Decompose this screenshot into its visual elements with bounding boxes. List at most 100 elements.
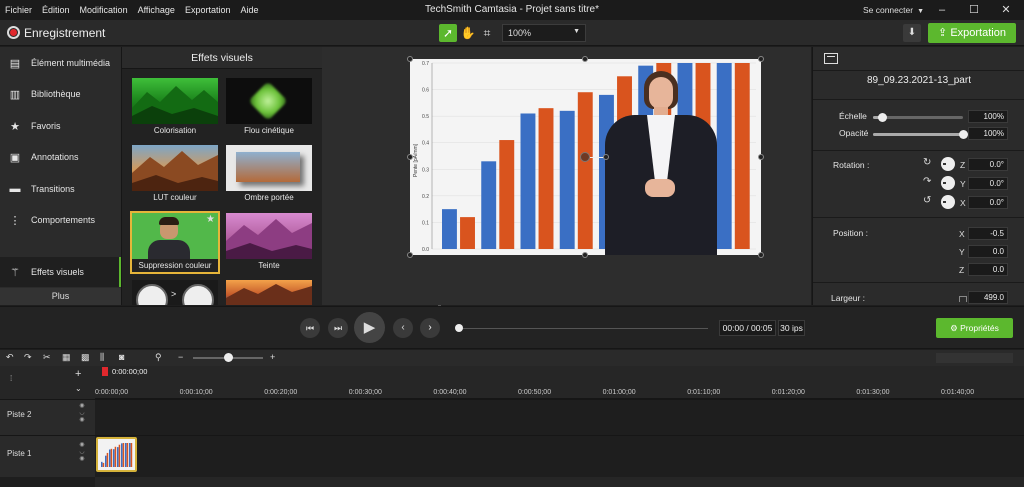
paste-icon[interactable]: ▩: [81, 352, 90, 363]
previous-frame-icon[interactable]: ⏮: [300, 318, 320, 338]
hand-tool-icon[interactable]: ✋: [459, 24, 477, 42]
effect-tile-tint[interactable]: Teinte: [226, 213, 312, 272]
close-button[interactable]: ✕: [994, 2, 1018, 18]
resize-handle[interactable]: [407, 252, 413, 258]
resize-handle[interactable]: [758, 56, 764, 62]
timeline-tick-label: 0:01:10;00: [687, 389, 721, 396]
opacity-input[interactable]: 100%: [968, 127, 1008, 140]
effect-tile-colorize[interactable]: Colorisation: [132, 78, 218, 137]
position-x-input[interactable]: -0.5: [968, 227, 1008, 240]
rotation-z-input[interactable]: 0.0°: [968, 158, 1008, 171]
position-z-input[interactable]: 0.0: [968, 263, 1008, 276]
scale-slider[interactable]: [873, 113, 963, 122]
position-y-input[interactable]: 0.0: [968, 245, 1008, 258]
resize-handle[interactable]: [407, 56, 413, 62]
scale-input[interactable]: 100%: [968, 110, 1008, 123]
track-visibility-icon[interactable]: ◉ ◡ ◉: [78, 442, 86, 463]
more-button[interactable]: Plus: [0, 288, 121, 305]
minimize-button[interactable]: –: [930, 2, 954, 18]
add-track-icon[interactable]: +: [75, 368, 81, 380]
sidebar-item-library[interactable]: ▥ Bibliothèque: [0, 79, 121, 109]
next-marker-icon[interactable]: ›: [420, 318, 440, 338]
sidebar-item-favorites[interactable]: ★ Favoris: [0, 111, 121, 141]
rotation-x-dial[interactable]: [941, 195, 955, 209]
sidebar-item-annotations[interactable]: ▣ Annotations: [0, 142, 121, 172]
sidebar-item-media[interactable]: ▤ Élément multimédia: [0, 48, 121, 78]
record-icon[interactable]: [7, 26, 20, 39]
effect-tile-motion-blur[interactable]: Flou cinétique: [226, 78, 312, 137]
rotation-z-dial[interactable]: [941, 157, 955, 171]
blur-thumbnail: [226, 78, 312, 124]
sidebar-item-transitions[interactable]: ▬ Transitions: [0, 174, 121, 204]
magnet-icon[interactable]: ⁞: [10, 374, 12, 383]
timeline-zoom-knob[interactable]: [224, 353, 233, 362]
pointer-tool-icon[interactable]: ➚: [439, 24, 457, 42]
maximize-button[interactable]: ☐: [962, 2, 986, 18]
effect-tile-color-removal[interactable]: ★ Suppression couleur: [130, 211, 220, 274]
copy-icon[interactable]: ▦: [62, 352, 71, 363]
track-header-1[interactable]: Piste 1 ◉ ◡ ◉: [0, 435, 95, 477]
scrub-bar[interactable]: [458, 328, 708, 329]
tile-label: Flou cinétique: [244, 126, 294, 135]
menu-fichier[interactable]: Fichier: [0, 5, 37, 15]
width-input[interactable]: 499.0: [968, 291, 1008, 304]
record-button[interactable]: Enregistrement: [24, 26, 105, 40]
crop-tool-icon[interactable]: ⌗: [478, 24, 496, 42]
menu-aide[interactable]: Aide: [235, 5, 263, 15]
timeline-scrollbar[interactable]: [95, 477, 1024, 487]
scrub-knob[interactable]: [455, 324, 463, 332]
sidebar-item-behaviors[interactable]: ⋮ Comportements: [0, 205, 121, 235]
opacity-slider-knob[interactable]: [959, 130, 968, 139]
track-visibility-icon[interactable]: ◉ ◡ ◉: [78, 403, 86, 424]
undo-icon[interactable]: ↶: [6, 352, 14, 363]
scale-slider-knob[interactable]: [878, 113, 887, 122]
chart-bar: [559, 110, 575, 249]
resize-handle[interactable]: [758, 154, 764, 160]
menu-exportation[interactable]: Exportation: [180, 5, 236, 15]
menu-affichage[interactable]: Affichage: [133, 5, 180, 15]
menu-modification[interactable]: Modification: [75, 5, 133, 15]
track-header-2[interactable]: Piste 2 ◉ ◡ ◉: [0, 399, 95, 435]
effect-tile-clock[interactable]: >: [132, 280, 218, 305]
sidebar-item-visual-effects[interactable]: ⚚ Effets visuels: [0, 257, 121, 287]
play-icon[interactable]: ▶: [354, 312, 385, 343]
resize-handle[interactable]: [582, 252, 588, 258]
track-lane-1[interactable]: [95, 435, 1024, 477]
cut-icon[interactable]: ✂: [43, 352, 51, 363]
rotation-y-input[interactable]: 0.0°: [968, 177, 1008, 190]
playhead[interactable]: [102, 367, 108, 376]
effect-tile-lut[interactable]: LUT couleur: [132, 145, 218, 204]
menu-edition[interactable]: Édition: [37, 5, 75, 15]
resize-handle[interactable]: [758, 252, 764, 258]
effect-tile-drop-shadow[interactable]: Ombre portée: [226, 145, 312, 204]
chevron-down-icon[interactable]: ⌄: [75, 384, 82, 393]
snapshot-icon[interactable]: ◙: [119, 352, 124, 362]
track-lane-2[interactable]: [95, 399, 1024, 435]
resize-handle[interactable]: [582, 56, 588, 62]
rotation-x-input[interactable]: 0.0°: [968, 196, 1008, 209]
zoom-out-icon[interactable]: −: [178, 352, 183, 362]
zoom-select[interactable]: 100% ▼: [502, 24, 586, 42]
media-clip[interactable]: [96, 437, 137, 472]
split-icon[interactable]: ⫼: [100, 352, 104, 363]
properties-button[interactable]: ⚙ Propriétés: [936, 318, 1013, 338]
lock-ratio-icon[interactable]: [959, 296, 967, 302]
zoom-in-icon[interactable]: +: [270, 352, 275, 362]
download-icon[interactable]: ⬇: [903, 24, 921, 42]
visual-properties-icon[interactable]: [824, 53, 838, 64]
export-button[interactable]: ⇪ Exportation: [928, 23, 1016, 43]
redo-icon[interactable]: ↷: [24, 352, 32, 363]
signin-button[interactable]: Se connecter ▼: [863, 5, 924, 15]
search-icon[interactable]: ⚲: [155, 352, 162, 363]
rotation-y-dial[interactable]: [941, 176, 955, 190]
previous-marker-icon[interactable]: ‹: [393, 318, 413, 338]
star-icon[interactable]: ★: [206, 214, 215, 225]
rotate-handle[interactable]: [603, 154, 609, 160]
effect-tile-sunset[interactable]: [226, 280, 312, 305]
opacity-slider[interactable]: [873, 130, 968, 139]
step-forward-icon[interactable]: ⏭: [328, 318, 348, 338]
sidebar-item-label: Favoris: [31, 121, 61, 131]
resize-handle[interactable]: [407, 154, 413, 160]
timeline-overview[interactable]: [936, 353, 1013, 363]
center-move-handle[interactable]: [580, 152, 590, 162]
